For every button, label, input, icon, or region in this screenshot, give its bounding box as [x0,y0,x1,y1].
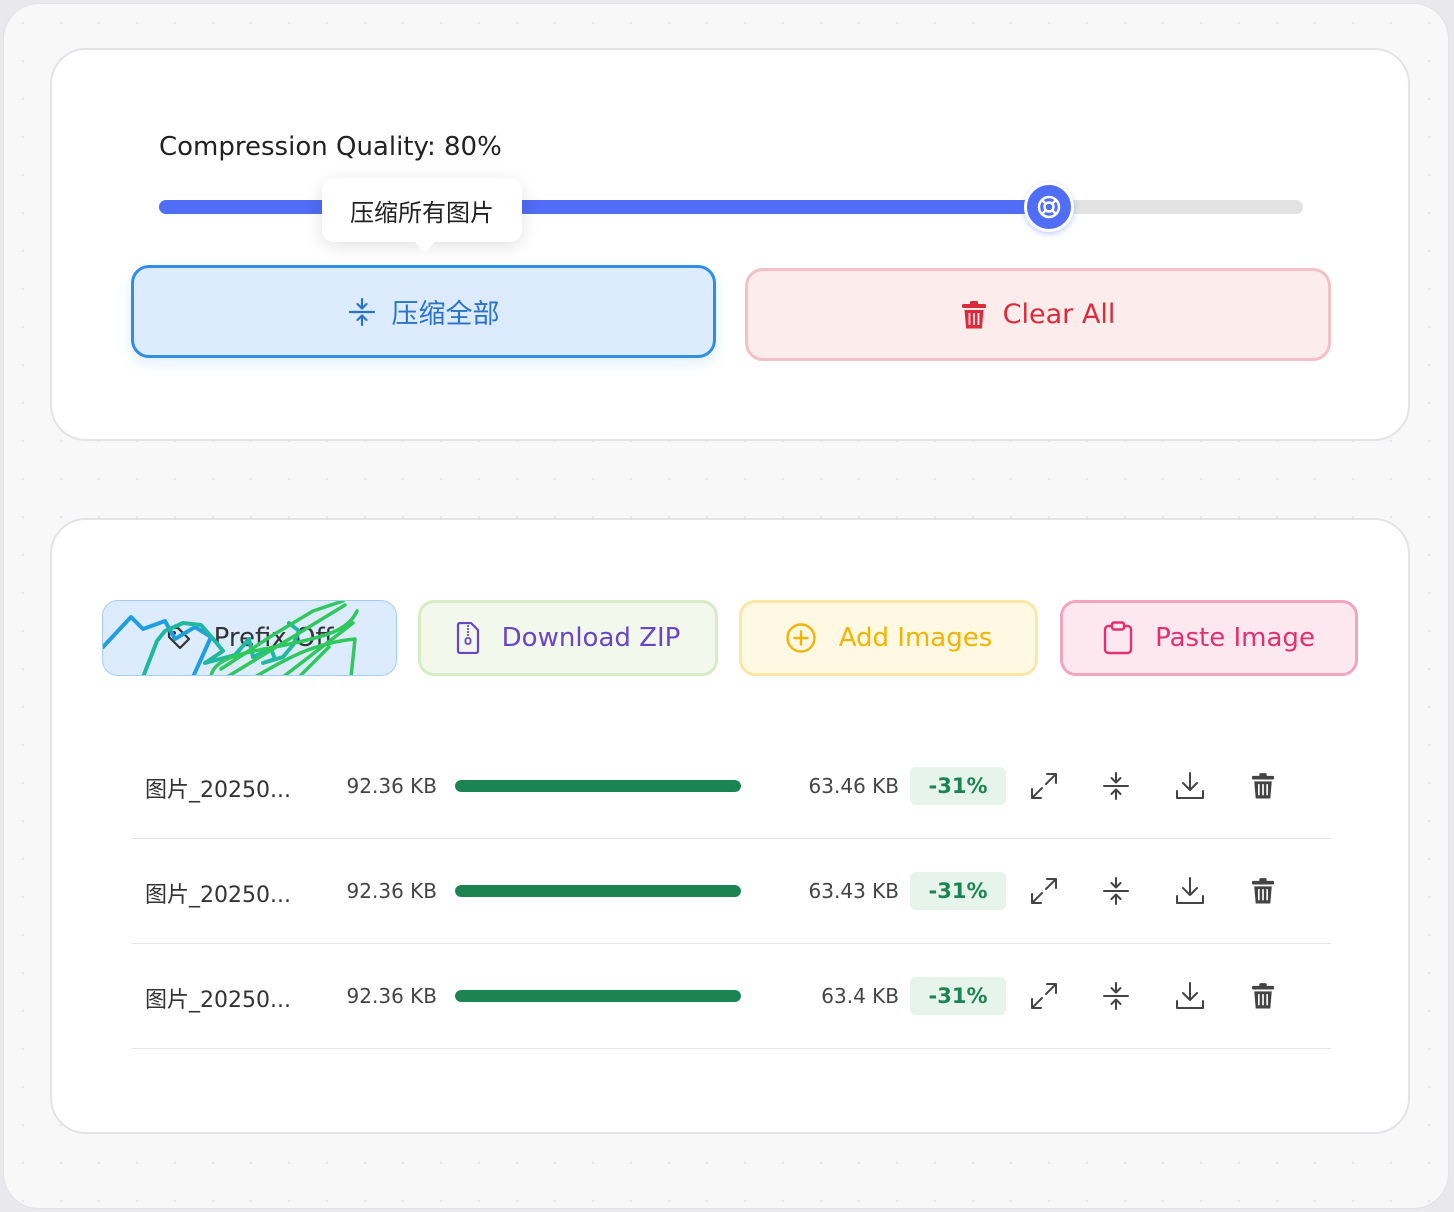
trash-icon [1251,983,1275,1009]
app-container: Compression Quality: 80% 压缩所有图片 压缩全部 Cle… [3,3,1449,1209]
file-name: 图片_20250... [145,778,291,803]
download-button[interactable] [1172,768,1208,804]
prefix-toggle-button[interactable]: Prefix Off [102,600,397,676]
reduction-badge: -31% [910,767,1006,805]
lifebuoy-icon [1037,195,1061,219]
file-name: 图片_20250... [145,883,291,908]
file-row: 图片_20250... 92.36 KB 63.43 KB -31% [131,839,1331,944]
file-row: 图片_20250... 92.36 KB 63.4 KB -31% [131,944,1331,1049]
tag-icon [167,626,190,650]
recompress-button[interactable] [1098,768,1134,804]
reduction-badge: -31% [910,872,1006,910]
compress-icon [1103,877,1129,905]
file-name: 图片_20250... [145,988,291,1013]
download-button[interactable] [1172,978,1208,1014]
progress-fill [455,780,741,792]
original-size: 92.36 KB [346,774,437,798]
compress-icon [348,297,375,326]
paste-image-button[interactable]: Paste Image [1060,600,1358,676]
delete-button[interactable] [1245,978,1281,1014]
zip-file-icon [456,622,479,654]
original-size: 92.36 KB [346,984,437,1008]
quality-slider-fill [159,200,1049,214]
compression-settings-card: Compression Quality: 80% 压缩所有图片 压缩全部 Cle… [50,48,1410,441]
paste-image-label: Paste Image [1155,623,1315,653]
reduction-badge: -31% [910,977,1006,1015]
compress-all-tooltip: 压缩所有图片 [322,178,522,253]
compress-icon [1103,982,1129,1010]
compression-progress-bar [455,990,741,1002]
compressed-size: 63.43 KB [808,879,899,903]
compression-progress-bar [455,885,741,897]
file-row: 图片_20250... 92.36 KB 63.46 KB -31% [131,734,1331,839]
download-icon [1176,877,1204,904]
add-images-button[interactable]: Add Images [739,600,1038,676]
download-zip-button[interactable]: Download ZIP [418,600,718,676]
compress-icon [1103,772,1129,800]
add-images-label: Add Images [838,623,993,653]
progress-fill [455,885,741,897]
quality-slider-thumb[interactable] [1023,182,1074,232]
preview-button[interactable] [1026,873,1062,909]
prefix-toggle-label: Prefix Off [213,623,334,653]
clear-all-label: Clear All [1002,299,1116,330]
trash-icon [1251,773,1275,799]
trash-icon [961,300,986,328]
expand-icon [1031,773,1057,799]
download-icon [1176,772,1204,799]
recompress-button[interactable] [1098,873,1134,909]
download-button[interactable] [1172,873,1208,909]
download-icon [1176,982,1204,1009]
preview-button[interactable] [1026,978,1062,1014]
recompress-button[interactable] [1098,978,1134,1014]
compressed-size: 63.46 KB [808,774,899,798]
compress-all-button[interactable]: 压缩全部 [131,265,716,358]
expand-icon [1031,983,1057,1009]
clear-all-button[interactable]: Clear All [745,268,1331,361]
compress-all-label: 压缩全部 [391,299,500,330]
compression-progress-bar [455,780,741,792]
download-zip-label: Download ZIP [501,623,681,653]
plus-circle-icon [786,623,816,653]
original-size: 92.36 KB [346,879,437,903]
delete-button[interactable] [1245,768,1281,804]
trash-icon [1251,878,1275,904]
delete-button[interactable] [1245,873,1281,909]
clipboard-icon [1103,621,1133,655]
file-list-card: Prefix Off Download ZIP Add Images Paste… [50,518,1410,1134]
progress-fill [455,990,741,1002]
expand-icon [1031,878,1057,904]
compressed-size: 63.4 KB [821,984,899,1008]
quality-label: Compression Quality: 80% [159,132,502,162]
preview-button[interactable] [1026,768,1062,804]
